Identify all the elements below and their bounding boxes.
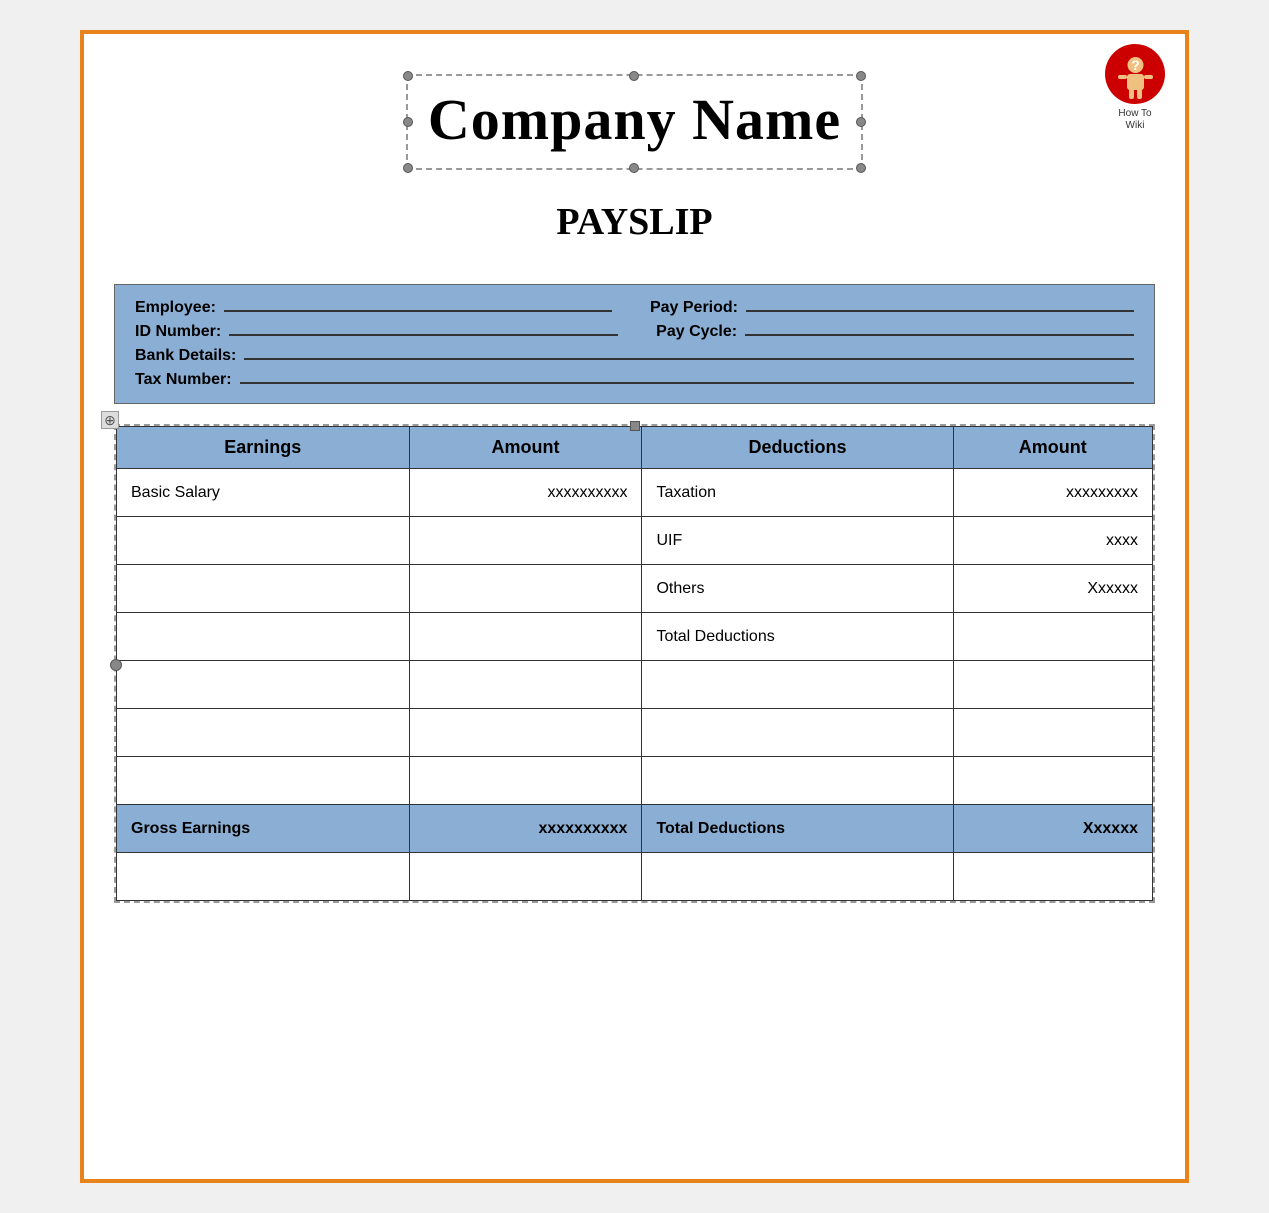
earning-amount-3 xyxy=(409,613,642,661)
earning-amount-0: xxxxxxxxxx xyxy=(409,469,642,517)
bank-row: Bank Details: xyxy=(135,347,1134,365)
deduction-3: Total Deductions xyxy=(642,613,953,661)
pay-cycle-label: Pay Cycle: xyxy=(656,323,737,341)
company-name: Company Name xyxy=(428,86,841,153)
earning-0: Basic Salary xyxy=(117,469,410,517)
id-row: ID Number: Pay Cycle: xyxy=(135,323,1134,341)
tax-number-line xyxy=(240,382,1134,384)
table-row xyxy=(117,709,1153,757)
col-amount2: Amount xyxy=(953,427,1152,469)
payslip-title: PAYSLIP xyxy=(174,200,1095,244)
earning-4 xyxy=(117,661,410,709)
bank-details-line xyxy=(244,358,1134,360)
deduction-2: Others xyxy=(642,565,953,613)
earning-2 xyxy=(117,565,410,613)
table-row: Others Xxxxxx xyxy=(117,565,1153,613)
handle-ml xyxy=(403,117,413,127)
table-row: UIF xxxx xyxy=(117,517,1153,565)
earning-amount-5 xyxy=(409,709,642,757)
deduction-amount-3 xyxy=(953,613,1152,661)
gross-earnings-label: Gross Earnings xyxy=(117,805,410,853)
handle-bl xyxy=(403,163,413,173)
tax-row: Tax Number: xyxy=(135,371,1134,389)
handle-mr xyxy=(856,117,866,127)
earning-6 xyxy=(117,757,410,805)
earning-amount-2 xyxy=(409,565,642,613)
id-number-line xyxy=(229,334,618,336)
tax-number-label: Tax Number: xyxy=(135,371,232,389)
total-deductions-label: Total Deductions xyxy=(642,805,953,853)
pay-cycle-line xyxy=(745,334,1134,336)
earning-5 xyxy=(117,709,410,757)
table-row xyxy=(117,661,1153,709)
handle-bc xyxy=(629,163,639,173)
table-row xyxy=(117,853,1153,901)
employee-info-section: Employee: Pay Period: ID Number: Pay Cyc… xyxy=(114,284,1155,404)
handle-tl xyxy=(403,71,413,81)
deduction-amount-0: xxxxxxxxx xyxy=(953,469,1152,517)
deduction-amount-1: xxxx xyxy=(953,517,1152,565)
handle-tr xyxy=(856,71,866,81)
last-earning xyxy=(117,853,410,901)
employee-row: Employee: Pay Period: xyxy=(135,299,1134,317)
col-earnings: Earnings xyxy=(117,427,410,469)
table-row xyxy=(117,757,1153,805)
table-row: Total Deductions xyxy=(117,613,1153,661)
outer-frame: ? How To Wiki Company Name PAYSLIP Emplo… xyxy=(80,30,1189,1183)
last-deduction xyxy=(642,853,953,901)
deduction-4 xyxy=(642,661,953,709)
company-selection-box: Company Name xyxy=(406,74,863,170)
deduction-0: Taxation xyxy=(642,469,953,517)
deduction-1: UIF xyxy=(642,517,953,565)
deduction-amount-4 xyxy=(953,661,1152,709)
title-area: Company Name PAYSLIP xyxy=(114,54,1155,284)
id-number-label: ID Number: xyxy=(135,323,221,341)
employee-line xyxy=(224,310,612,312)
pay-period-line xyxy=(746,310,1134,312)
earning-amount-1 xyxy=(409,517,642,565)
deduction-amount-2: Xxxxxx xyxy=(953,565,1152,613)
bank-details-label: Bank Details: xyxy=(135,347,236,365)
earning-3 xyxy=(117,613,410,661)
summary-row: Gross Earnings xxxxxxxxxx Total Deductio… xyxy=(117,805,1153,853)
gross-earnings-amount: xxxxxxxxxx xyxy=(409,805,642,853)
deduction-6 xyxy=(642,757,953,805)
deduction-amount-6 xyxy=(953,757,1152,805)
earning-1 xyxy=(117,517,410,565)
side-handle xyxy=(110,659,122,671)
move-handle[interactable]: ⊕ xyxy=(101,411,119,429)
pay-period-label: Pay Period: xyxy=(650,299,738,317)
last-deduction-amount xyxy=(953,853,1152,901)
employee-label: Employee: xyxy=(135,299,216,317)
last-earning-amount xyxy=(409,853,642,901)
earning-amount-6 xyxy=(409,757,642,805)
payslip-table: Earnings Amount Deductions Amount Basic … xyxy=(116,426,1153,901)
table-wrapper: ⊕ Earnings Amount Deductions Amount Basi… xyxy=(114,424,1155,903)
handle-br xyxy=(856,163,866,173)
table-handle-mid xyxy=(630,421,640,431)
earning-amount-4 xyxy=(409,661,642,709)
deduction-amount-5 xyxy=(953,709,1152,757)
handle-tc xyxy=(629,71,639,81)
total-deductions-amount: Xxxxxx xyxy=(953,805,1152,853)
table-header-row: Earnings Amount Deductions Amount xyxy=(117,427,1153,469)
col-deductions: Deductions xyxy=(642,427,953,469)
deduction-5 xyxy=(642,709,953,757)
col-amount1: Amount xyxy=(409,427,642,469)
table-row: Basic Salary xxxxxxxxxx Taxation xxxxxxx… xyxy=(117,469,1153,517)
